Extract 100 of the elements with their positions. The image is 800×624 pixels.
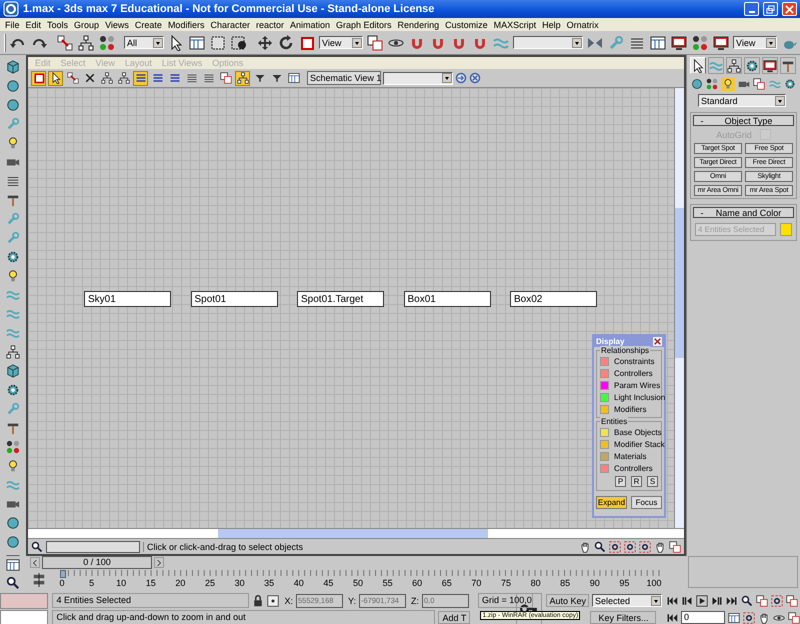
close-button[interactable] <box>653 337 662 346</box>
menu-item[interactable]: Tools <box>44 20 72 30</box>
menu-item[interactable]: File <box>2 20 23 30</box>
zoom-extents-icon[interactable] <box>624 540 636 552</box>
color-swatch[interactable] <box>600 381 609 390</box>
lock-icon[interactable] <box>252 594 264 606</box>
menu-item[interactable]: Edit <box>22 20 44 30</box>
go-to-start-icon[interactable] <box>666 594 678 606</box>
key-mode-dropdown[interactable]: Selected <box>592 594 662 607</box>
schematic-node[interactable]: Spot01 <box>190 291 278 307</box>
zoom-extents-icon[interactable] <box>639 540 651 552</box>
hierarchy-icon[interactable] <box>726 57 742 74</box>
named-selection-dropdown[interactable] <box>513 36 583 49</box>
category-dropdown[interactable]: Standard <box>698 94 786 107</box>
maxscript-listener-field[interactable] <box>0 593 48 609</box>
add-time-tag-button[interactable]: Add T <box>438 611 470 624</box>
cursor-icon[interactable] <box>48 70 63 86</box>
hierarchy-icon[interactable] <box>235 70 250 86</box>
view-name-field[interactable]: Schematic View 1 <box>307 71 381 85</box>
hierarchy-icon[interactable] <box>116 70 131 86</box>
hammer-icon[interactable] <box>780 57 796 74</box>
reference-coordinate-dropdown[interactable]: View <box>319 36 363 49</box>
restore-button[interactable] <box>763 2 778 16</box>
sphere-icon[interactable] <box>690 77 704 91</box>
vertical-scrollbar[interactable] <box>674 88 684 528</box>
render-view-dropdown[interactable]: View <box>733 36 777 49</box>
hierarchy-icon[interactable] <box>77 32 95 52</box>
bulb-icon[interactable] <box>721 77 735 91</box>
grid-window-icon[interactable] <box>286 70 301 86</box>
auto-key-button[interactable]: Auto Key <box>546 594 589 607</box>
zoom-extents-icon[interactable] <box>743 612 755 624</box>
next-arrow-icon[interactable] <box>154 557 164 568</box>
color-swatch[interactable] <box>780 223 792 236</box>
track-bar-icon[interactable] <box>32 573 46 587</box>
zoom-icon[interactable] <box>594 540 606 552</box>
search-field[interactable] <box>46 540 140 552</box>
schematic-node[interactable]: Box02 <box>510 291 597 307</box>
link-icon[interactable] <box>65 70 80 86</box>
menu-item[interactable]: Character <box>207 20 253 30</box>
menu-item[interactable]: Group <box>71 20 102 30</box>
color-swatch[interactable] <box>600 393 609 402</box>
color-swatch[interactable] <box>600 369 609 378</box>
next-frame-icon[interactable] <box>711 594 723 606</box>
menu-item[interactable]: Graph Editors <box>333 20 395 30</box>
color-swatch[interactable] <box>600 452 609 461</box>
view-dropdown[interactable] <box>383 72 453 84</box>
pan-icon[interactable] <box>579 540 591 552</box>
color-swatch[interactable] <box>600 464 609 473</box>
key-filters-button[interactable]: Key Filters... <box>590 611 656 624</box>
color-swatch[interactable] <box>600 428 609 437</box>
zoom-extents-icon[interactable] <box>771 594 783 606</box>
gear-icon[interactable] <box>744 57 760 74</box>
menu-item[interactable]: Modifiers <box>164 20 208 30</box>
horizontal-scrollbar[interactable] <box>28 528 684 538</box>
color-swatch[interactable] <box>600 405 609 414</box>
time-configuration-icon[interactable] <box>728 612 740 624</box>
schematic-node[interactable]: Box01 <box>404 291 490 307</box>
menu-item[interactable]: Animation <box>286 20 334 30</box>
scale-icon[interactable] <box>31 70 46 86</box>
current-frame-marker[interactable] <box>60 570 66 578</box>
play-icon[interactable] <box>696 594 708 606</box>
rollout-header[interactable]: - Name and Color <box>693 207 794 218</box>
schematic-node[interactable]: Spot01.Target <box>297 291 384 307</box>
pan-icon[interactable] <box>654 540 666 552</box>
link-icon[interactable] <box>56 32 74 52</box>
list-icon[interactable] <box>133 70 148 86</box>
rollout-header[interactable]: - Object Type <box>693 115 794 126</box>
menu-item[interactable]: Ornatrix <box>564 20 602 30</box>
key-mode-icon[interactable] <box>666 612 678 624</box>
menu-item[interactable]: reactor <box>252 20 287 30</box>
toggle-button[interactable]: P <box>615 476 626 487</box>
pan-icon[interactable] <box>758 612 770 624</box>
menu-item[interactable]: Create <box>132 20 165 30</box>
mode-button[interactable]: Expand <box>596 496 627 509</box>
cross-circle-icon[interactable] <box>469 72 481 84</box>
menu-item[interactable]: Rendering <box>394 20 442 30</box>
arrow-circle-icon[interactable] <box>455 72 467 84</box>
mode-button[interactable]: Focus <box>631 496 662 509</box>
current-frame-field[interactable]: 0 <box>681 611 725 624</box>
toggle-button[interactable]: S <box>647 476 658 487</box>
gear-icon[interactable] <box>783 77 798 91</box>
menu-item[interactable]: Help <box>539 20 564 30</box>
color-swatch[interactable] <box>600 357 609 366</box>
menu-item[interactable]: Views <box>102 20 132 30</box>
hierarchy-icon[interactable] <box>99 70 114 86</box>
color-swatch[interactable] <box>600 440 609 449</box>
schematic-node[interactable]: Sky01 <box>84 291 171 307</box>
transform-mode-icon[interactable] <box>267 594 280 606</box>
previous-frame-icon[interactable] <box>681 594 693 606</box>
go-to-end-icon[interactable] <box>726 594 738 606</box>
selection-filter-dropdown[interactable]: All <box>124 36 164 49</box>
previous-arrow-icon[interactable] <box>30 557 40 568</box>
zoom-icon[interactable] <box>741 594 753 606</box>
zoom-extents-icon[interactable] <box>609 540 621 552</box>
menu-item[interactable]: MAXScript <box>490 20 540 30</box>
menu-item[interactable]: Customize <box>442 20 491 30</box>
minimize-button[interactable] <box>744 2 759 16</box>
search-icon[interactable] <box>31 540 43 552</box>
maxscript-input-field[interactable] <box>0 610 48 624</box>
monitor-icon[interactable] <box>762 57 778 74</box>
